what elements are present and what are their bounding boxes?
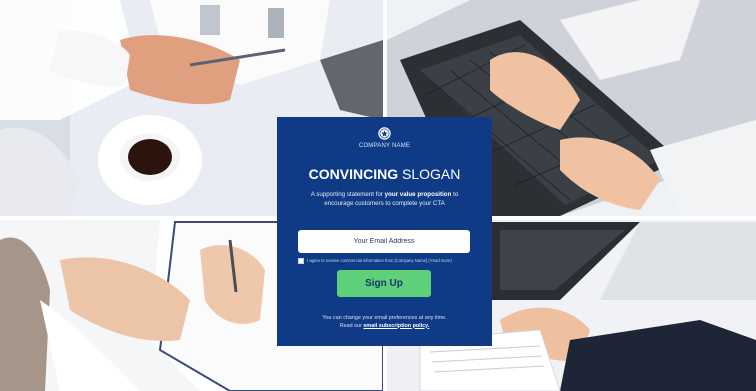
company-emblem-icon	[378, 127, 391, 140]
signup-button[interactable]: Sign Up	[337, 270, 431, 297]
footer-note: You can change your email preferences at…	[292, 315, 477, 330]
support-prefix: A supporting statement for	[310, 191, 385, 198]
slogan-heading: CONVINCING SLOGAN	[277, 166, 492, 182]
slogan-rest: SLOGAN	[398, 166, 461, 182]
footer-line2-prefix: Read our	[339, 322, 364, 329]
slogan-bold: CONVINCING	[308, 166, 399, 182]
company-name: COMPANY NAME	[358, 143, 411, 149]
consent-row: I agree to receive commercial informatio…	[298, 258, 478, 266]
support-line2: encourage customers to complete your CTA	[324, 200, 445, 207]
supporting-statement: A supporting statement for your value pr…	[297, 190, 472, 208]
subscription-policy-link[interactable]: email subscription policy.	[363, 323, 429, 329]
consent-checkbox[interactable]	[298, 258, 304, 264]
footer-line1: You can change your email preferences at…	[322, 315, 447, 321]
support-mid: to	[451, 191, 459, 198]
consent-text: I agree to receive commercial informatio…	[307, 258, 452, 263]
signup-card: COMPANY NAME CONVINCING SLOGAN A support…	[277, 117, 492, 346]
support-bold: your value proposition	[384, 191, 452, 198]
email-input[interactable]	[298, 230, 470, 253]
